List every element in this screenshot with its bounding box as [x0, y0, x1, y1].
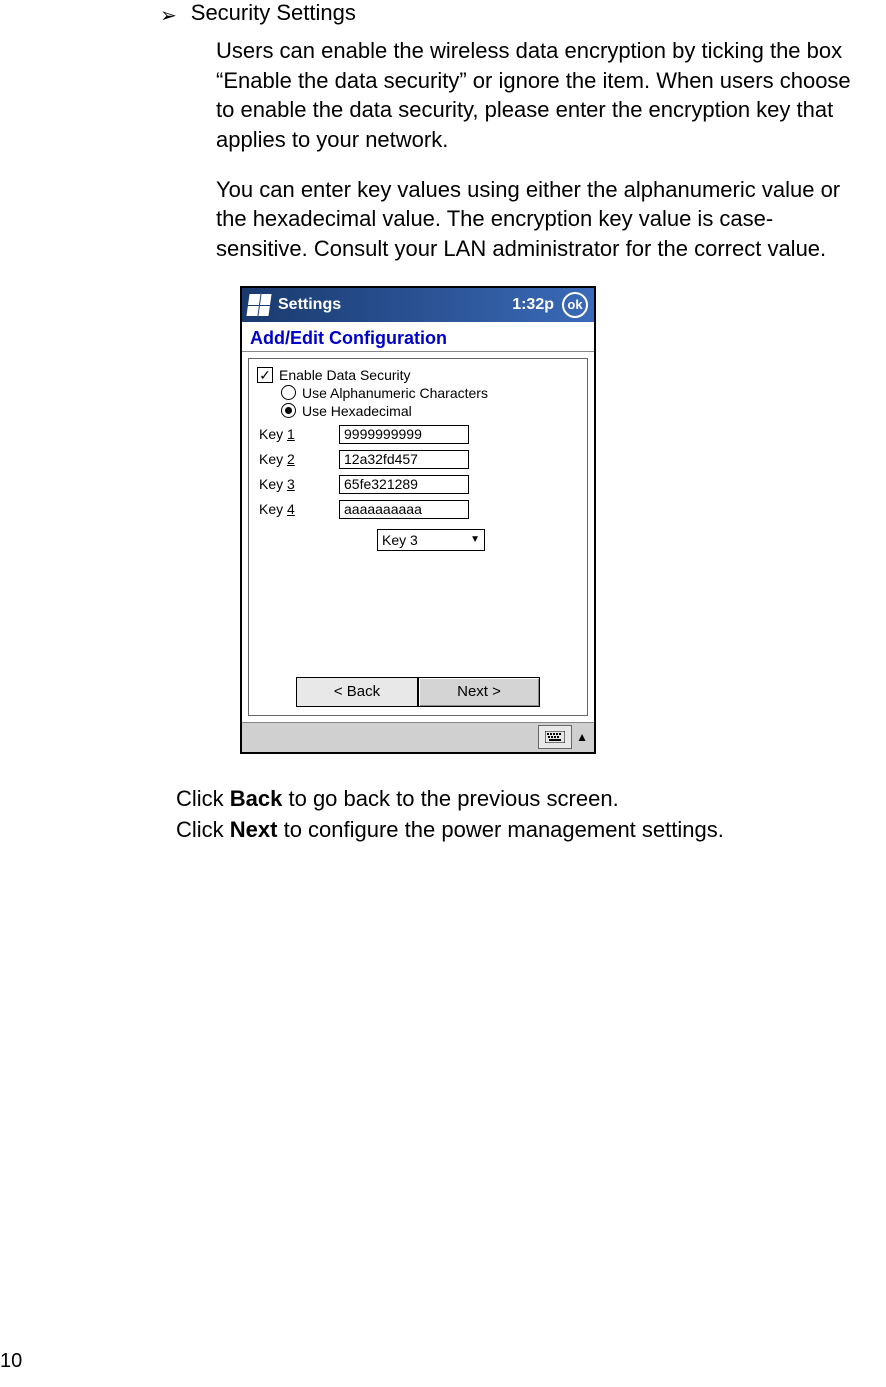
key3-label: Key 3 [257, 476, 339, 492]
key-select-dropdown[interactable]: Key 3 ▼ [377, 529, 485, 551]
next-button[interactable]: Next > [418, 677, 540, 707]
radio-alphanumeric[interactable] [281, 385, 296, 400]
pda-content: ✓ Enable Data Security Use Alphanumeric … [248, 358, 588, 716]
radio-hexadecimal[interactable] [281, 403, 296, 418]
pda-screenshot: Settings 1:32p ok Add/Edit Configuration… [240, 286, 596, 754]
back-button[interactable]: < Back [296, 677, 418, 707]
key2-input[interactable] [339, 450, 469, 469]
key4-label: Key 4 [257, 501, 339, 517]
radio-alphanumeric-label: Use Alphanumeric Characters [302, 385, 488, 401]
bullet-arrow-icon: ➢ [160, 3, 177, 28]
enable-security-label: Enable Data Security [279, 367, 411, 383]
chevron-down-icon: ▼ [470, 534, 480, 545]
paragraph-1: Users can enable the wireless data encry… [216, 36, 866, 155]
windows-logo-icon [246, 294, 271, 316]
key-select-value: Key 3 [382, 532, 418, 548]
pda-screen-header: Add/Edit Configuration [242, 322, 594, 352]
instruction-back: Click Back to go back to the previous sc… [176, 784, 866, 815]
key1-input[interactable] [339, 425, 469, 444]
radio-hexadecimal-label: Use Hexadecimal [302, 403, 412, 419]
page-number: 10 [0, 1350, 22, 1373]
keyboard-icon[interactable] [538, 725, 572, 749]
key3-input[interactable] [339, 475, 469, 494]
pda-titlebar: Settings 1:32p ok [242, 288, 594, 322]
up-arrow-icon[interactable]: ▲ [576, 730, 588, 744]
ok-button[interactable]: ok [562, 292, 588, 318]
instruction-next: Click Next to configure the power manage… [176, 815, 866, 846]
enable-security-checkbox[interactable]: ✓ [257, 367, 273, 383]
section-title: Security Settings [191, 0, 356, 26]
key2-label: Key 2 [257, 451, 339, 467]
key4-input[interactable] [339, 500, 469, 519]
pda-bottombar: ▲ [242, 722, 594, 752]
key1-label: Key 1 [257, 426, 339, 442]
pda-title: Settings [278, 296, 512, 314]
paragraph-2: You can enter key values using either th… [216, 175, 866, 264]
pda-clock: 1:32p [512, 296, 554, 314]
